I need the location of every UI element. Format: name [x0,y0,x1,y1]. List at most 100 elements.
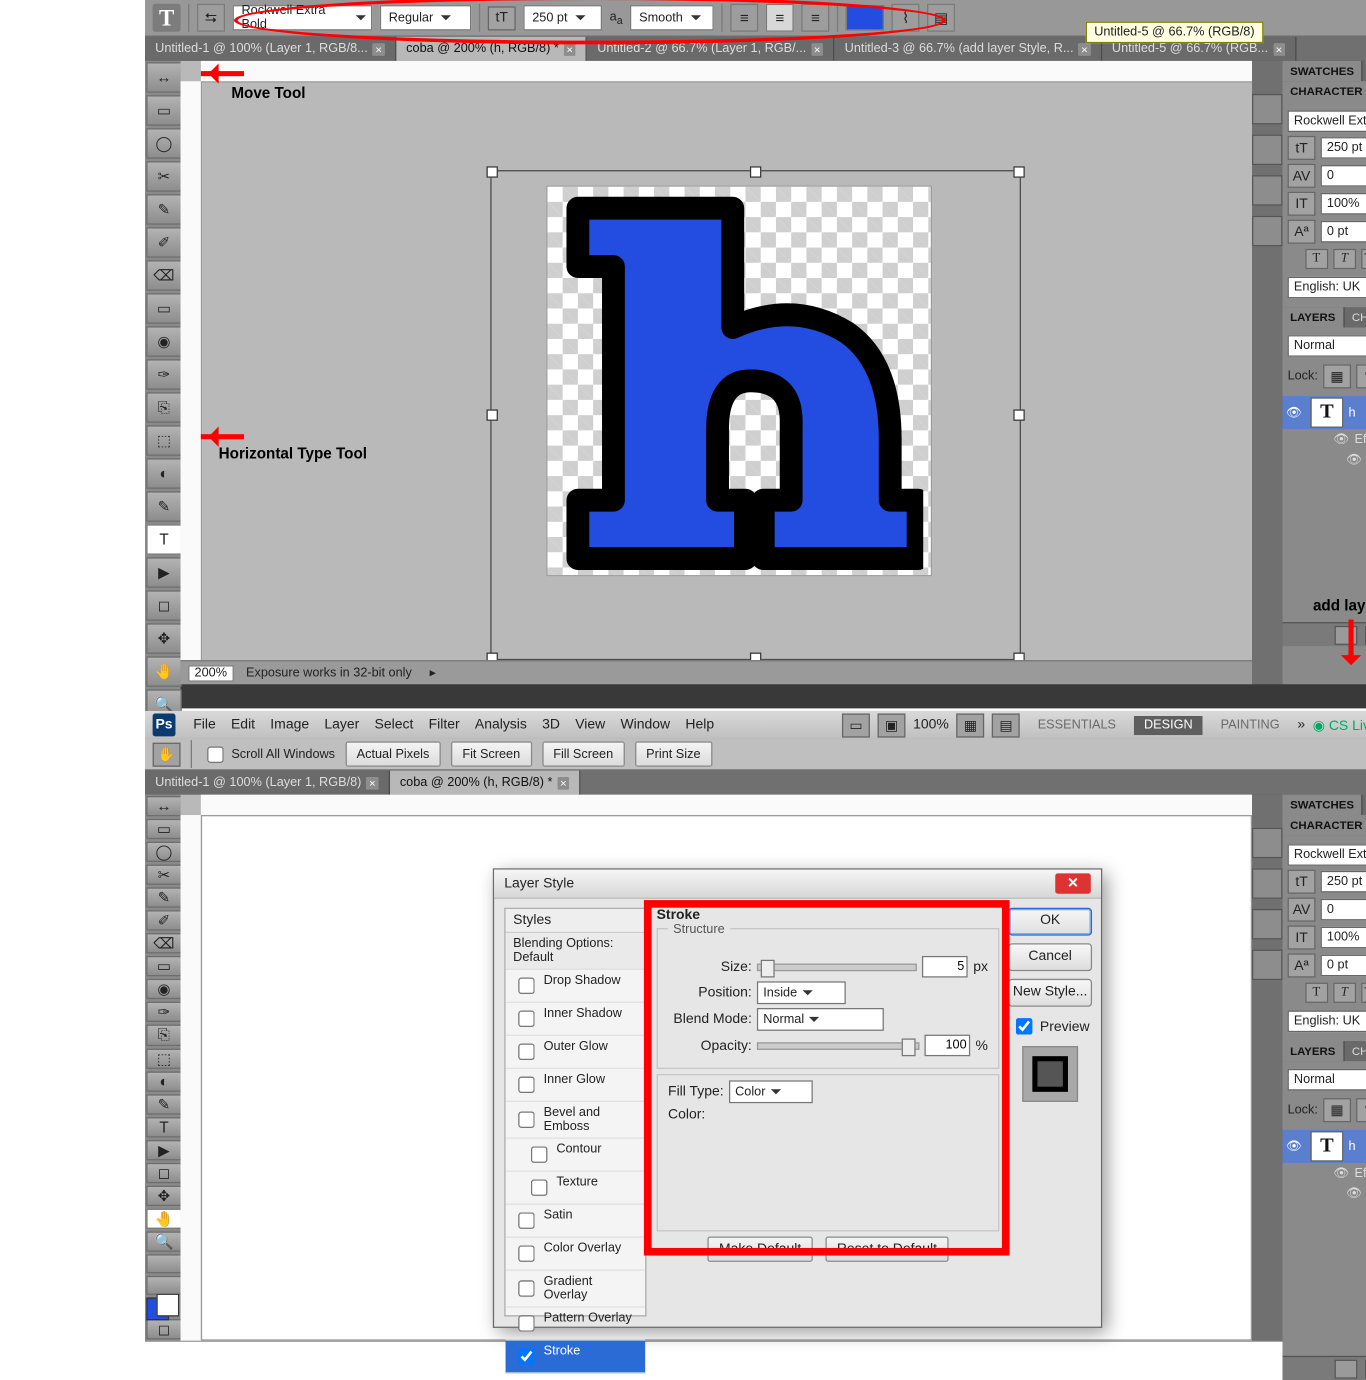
align-left-icon[interactable]: ≡ [731,4,759,32]
opacity-slider[interactable] [757,1042,920,1050]
document-tab[interactable]: Untitled-3 @ 66.7% (add layer Style, R..… [835,37,1102,61]
ps-logo-icon[interactable]: Ps [153,713,176,736]
tool-button[interactable] [146,1276,182,1295]
style-chk[interactable] [518,1077,535,1094]
tab-close-icon[interactable]: × [366,776,378,789]
menu-select[interactable]: Select [367,717,421,732]
blending-options[interactable]: Blending Options: Default [506,933,646,970]
cs-live[interactable]: ◉ CS Live ▾ [1313,717,1366,734]
dock-icon[interactable] [1252,950,1282,980]
document-tab[interactable]: Untitled-1 @ 100% (Layer 1, RGB/8)× [145,771,390,795]
style-item[interactable]: Texture [506,1172,646,1205]
ws-more-icon[interactable]: » [1297,717,1305,732]
position-select[interactable]: Inside [757,981,846,1004]
fx-line[interactable]: 👁Effects [1282,429,1366,449]
menu-view[interactable]: View [568,717,613,732]
menu-3d[interactable]: 3D [535,717,568,732]
btn-cancel[interactable]: Cancel [1008,943,1092,971]
char-font[interactable]: Rockwell Extra Bold [1288,110,1366,132]
dock-icon[interactable] [1252,94,1282,124]
style-item[interactable]: Satin [506,1205,646,1238]
dock-icon[interactable] [1252,909,1282,939]
ws-design[interactable]: DESIGN [1134,715,1203,734]
tab-swatches[interactable]: SWATCHES [1282,61,1362,81]
opacity-input[interactable] [925,1035,971,1057]
tool-button[interactable]: ⌫ [146,260,182,290]
text-color-swatch[interactable] [846,5,884,30]
tool-button[interactable]: ▭ [146,293,182,323]
lock-brush-icon[interactable]: ✎ [1356,1098,1366,1122]
tool-button[interactable]: ⎘ [146,392,182,422]
align-right-icon[interactable]: ≡ [802,4,830,32]
faux-italic[interactable]: T [1333,983,1356,1003]
visibility-icon[interactable]: 👁 [1282,1139,1305,1153]
handle-w[interactable] [487,409,498,420]
font-family-select[interactable]: Rockwell Extra Bold [233,5,373,30]
style-item[interactable]: Inner Glow [506,1069,646,1102]
size-input[interactable] [922,956,968,978]
tool-button[interactable]: ✥ [146,623,182,653]
tab-close-icon[interactable]: × [373,43,385,56]
btn-fit-screen[interactable]: Fit Screen [451,741,532,766]
tool-button[interactable]: 🔍 [146,1231,182,1251]
char-vscale[interactable]: 100% [1321,193,1366,215]
style-item[interactable]: Inner Shadow [506,1003,646,1036]
style-item[interactable]: Bevel and Emboss [506,1102,646,1139]
extras-icon[interactable]: ▦ [956,713,984,737]
tab-layers[interactable]: LAYERS [1282,1041,1344,1061]
tool-button[interactable]: ◯ [146,128,182,158]
char-lang[interactable]: English: UK [1288,277,1366,299]
ws-essentials[interactable]: ESSENTIALS [1028,715,1127,734]
handle-e[interactable] [1013,409,1024,420]
document-tab[interactable]: Untitled-1 @ 100% (Layer 1, RGB/8...× [145,37,396,61]
style-item[interactable]: Pattern Overlay [506,1308,646,1341]
tool-button[interactable]: T [146,1117,182,1137]
tool-button[interactable]: ✑ [146,359,182,389]
char-panel-icon[interactable]: ▤ [927,4,955,32]
visibility-icon[interactable]: 👁 [1282,406,1305,420]
tool-button[interactable]: ▶ [146,557,182,587]
tool-button[interactable]: ✑ [146,1002,182,1022]
btn-new-style[interactable]: New Style... [1008,979,1092,1007]
fx-stroke-line[interactable]: 👁Stroke [1282,1183,1366,1203]
tool-button[interactable]: ✎ [146,491,182,521]
style-item[interactable]: Color Overlay [506,1238,646,1271]
tab-swatches[interactable]: SWATCHES [1282,795,1362,815]
char-lang[interactable]: English: UK [1288,1011,1366,1033]
tool-button[interactable]: ⎘ [146,1025,182,1047]
tab-channels[interactable]: CHANNELS [1344,1041,1366,1061]
blend-mode[interactable]: Normal [1288,335,1366,357]
tab-character[interactable]: CHARACTER [1282,815,1366,835]
style-chk[interactable] [531,1146,548,1163]
tab-close-icon[interactable]: × [564,43,576,56]
warp-text-icon[interactable]: ⌇ [892,4,920,32]
btn-reset-default[interactable]: Reset to Default [825,1237,948,1262]
document-tab[interactable]: Untitled-2 @ 66.7% (Layer 1, RGB/...× [587,37,834,61]
tool-button[interactable]: ✐ [146,227,182,257]
tool-button[interactable]: ◻ [146,590,182,620]
font-size-select[interactable]: 250 pt [523,5,602,30]
preview-chk[interactable]: Preview [1011,1014,1090,1038]
handle-ne[interactable] [1013,166,1024,177]
btn-make-default[interactable]: Make Default [708,1237,813,1262]
tab-layers[interactable]: LAYERS [1282,307,1344,327]
char-kern[interactable]: 0 [1321,899,1366,921]
fx-stroke-line[interactable]: 👁Stroke [1282,449,1366,469]
char-kern[interactable]: 0 [1321,165,1366,187]
tool-button[interactable]: ◉ [146,979,182,999]
btn-ok[interactable]: OK [1008,908,1092,936]
handle-nw[interactable] [487,166,498,177]
char-size[interactable]: 250 pt [1321,137,1366,159]
tool-button[interactable]: ◐ [146,458,182,488]
tool-button[interactable]: ◐ [146,1071,182,1091]
dock-icon[interactable] [1252,175,1282,205]
menu-help[interactable]: Help [678,717,722,732]
tab-close-icon[interactable]: × [1273,43,1285,56]
lock-px-icon[interactable]: ▦ [1323,1098,1351,1122]
view-icon[interactable]: ▤ [992,713,1020,737]
faux-bold[interactable]: T [1305,983,1328,1003]
dock-icon[interactable] [1252,135,1282,165]
tool-button[interactable]: ✐ [146,910,182,930]
tool-button[interactable]: ✎ [146,1094,182,1114]
font-weight-select[interactable]: Regular [380,5,471,30]
